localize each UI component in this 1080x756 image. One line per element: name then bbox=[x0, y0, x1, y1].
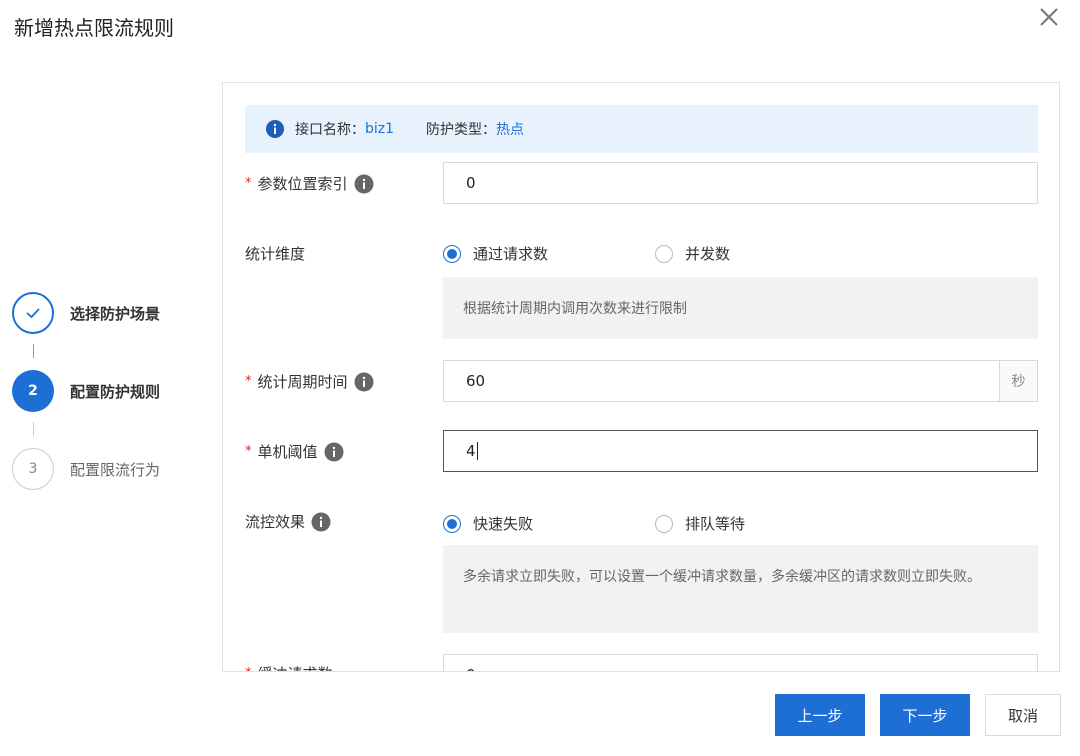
close-button[interactable] bbox=[1036, 4, 1062, 30]
api-name-value: biz1 bbox=[365, 121, 395, 137]
step-select-scene[interactable]: 选择防护场景 bbox=[12, 292, 212, 336]
step-circle: 3 bbox=[12, 448, 54, 490]
step-config-rule[interactable]: 2 配置防护规则 bbox=[12, 370, 212, 414]
form-panel: 接口名称： biz1 防护类型： 热点 * 参数位置索引 0 统计维度 通过请求… bbox=[222, 82, 1060, 672]
required-mark: * bbox=[245, 176, 252, 191]
prev-step-button[interactable]: 上一步 bbox=[775, 694, 865, 736]
unit-suffix: 秒 bbox=[999, 361, 1037, 401]
param-index-input[interactable]: 0 bbox=[443, 162, 1038, 204]
step-label: 配置防护规则 bbox=[70, 383, 161, 401]
stat-dimension-hint: 根据统计周期内调用次数来进行限制 bbox=[443, 277, 1038, 339]
step-circle bbox=[12, 292, 54, 334]
step-connector bbox=[33, 422, 34, 436]
close-icon bbox=[1040, 8, 1058, 26]
info-icon[interactable] bbox=[324, 442, 344, 462]
radio-dot bbox=[655, 244, 673, 263]
check-icon bbox=[26, 308, 40, 319]
radio-concurrency[interactable]: 并发数 bbox=[655, 243, 730, 264]
required-mark: * bbox=[245, 666, 252, 671]
info-bar: 接口名称： biz1 防护类型： 热点 bbox=[245, 105, 1038, 153]
radio-dot bbox=[443, 244, 461, 263]
stat-period-input[interactable]: 60 秒 bbox=[443, 360, 1038, 402]
info-icon[interactable] bbox=[311, 512, 331, 532]
cancel-button[interactable]: 取消 bbox=[985, 694, 1061, 736]
buffer-count-label: * 缓冲请求数 bbox=[245, 663, 333, 671]
step-label: 选择防护场景 bbox=[70, 305, 161, 323]
step-config-behavior[interactable]: 3 配置限流行为 bbox=[12, 448, 212, 492]
radio-dot bbox=[443, 514, 461, 533]
dialog-title: 新增热点限流规则 bbox=[14, 16, 174, 40]
step-label: 配置限流行为 bbox=[70, 461, 161, 479]
required-mark: * bbox=[245, 374, 252, 389]
text-caret bbox=[476, 442, 478, 460]
radio-pass-requests[interactable]: 通过请求数 bbox=[443, 243, 548, 264]
info-icon bbox=[266, 120, 284, 138]
next-step-button[interactable]: 下一步 bbox=[880, 694, 970, 736]
flow-effect-label: 流控效果 bbox=[245, 511, 331, 532]
param-index-label: * 参数位置索引 bbox=[245, 173, 374, 194]
info-icon[interactable] bbox=[354, 174, 374, 194]
threshold-label: * 单机阈值 bbox=[245, 441, 344, 462]
required-mark: * bbox=[245, 444, 252, 459]
stat-period-label: * 统计周期时间 bbox=[245, 371, 374, 392]
protect-type-label: 防护类型： bbox=[426, 122, 497, 138]
protect-type-value: 热点 bbox=[496, 122, 525, 138]
radio-queue-wait[interactable]: 排队等待 bbox=[655, 513, 745, 534]
info-icon[interactable] bbox=[354, 372, 374, 392]
api-name-label: 接口名称： bbox=[295, 122, 365, 138]
buffer-count-input[interactable]: 0 bbox=[443, 654, 1038, 671]
step-circle: 2 bbox=[12, 370, 54, 412]
stat-dimension-label: 统计维度 bbox=[245, 245, 306, 263]
flow-effect-hint: 多余请求立即失败，可以设置一个缓冲请求数量，多余缓冲区的请求数则立即失败。 bbox=[443, 545, 1038, 633]
step-connector bbox=[33, 344, 34, 358]
threshold-input[interactable]: 4 bbox=[443, 430, 1038, 472]
radio-fast-fail[interactable]: 快速失败 bbox=[443, 513, 533, 534]
radio-dot bbox=[655, 514, 673, 533]
